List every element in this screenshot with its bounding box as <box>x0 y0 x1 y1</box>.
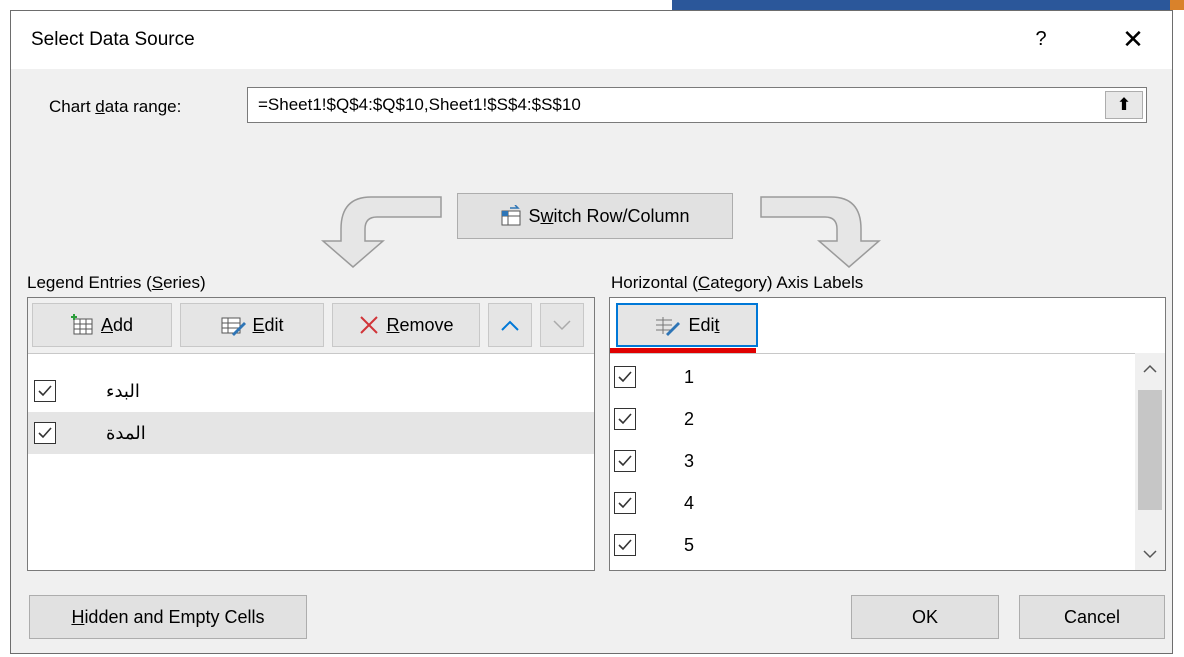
legend-entries-panel: Add Edit Remove البدء المدة <box>27 297 595 571</box>
axis-list-scrollbar[interactable] <box>1135 353 1165 570</box>
remove-x-icon <box>360 316 379 334</box>
ribbon-strip <box>672 0 1170 10</box>
add-table-icon <box>70 314 93 335</box>
list-item[interactable]: 2 <box>610 398 1165 440</box>
move-down-button[interactable] <box>540 303 584 347</box>
category-checkbox[interactable] <box>614 534 636 556</box>
list-item[interactable]: 3 <box>610 440 1165 482</box>
series-checkbox[interactable] <box>34 380 56 402</box>
title-bar: Select Data Source ? ✕ <box>11 11 1172 69</box>
chevron-down-icon <box>553 320 571 331</box>
remove-series-label: Remove <box>386 314 454 335</box>
checkmark-icon <box>618 413 632 425</box>
axis-labels-heading: Horizontal (Category) Axis Labels <box>611 273 864 292</box>
series-name: البدء <box>106 380 140 401</box>
ok-label: OK <box>911 606 938 627</box>
category-checkbox[interactable] <box>614 450 636 472</box>
category-label: 5 <box>684 534 695 555</box>
edit-axis-icon <box>656 317 681 336</box>
remove-series-button[interactable]: Remove <box>332 303 480 347</box>
close-button[interactable]: ✕ <box>1111 19 1155 59</box>
category-checkbox[interactable] <box>614 366 636 388</box>
checkmark-icon <box>618 539 632 551</box>
ribbon-accent <box>1170 0 1184 10</box>
add-series-button[interactable]: Add <box>32 303 172 347</box>
dialog-title: Select Data Source <box>31 29 195 50</box>
add-series-label: Add <box>100 314 134 335</box>
category-checkbox[interactable] <box>614 408 636 430</box>
list-item[interactable]: البدء <box>28 370 594 412</box>
select-data-source-dialog: Select Data Source ? ✕ Chart data range:… <box>10 10 1173 654</box>
right-curved-arrow-icon <box>760 196 882 268</box>
list-item[interactable]: 1 <box>610 356 1165 398</box>
switch-row-column-icon <box>501 205 521 226</box>
collapse-dialog-button[interactable]: ⬆ <box>1105 91 1143 119</box>
hidden-empty-cells-label: Hidden and Empty Cells <box>71 606 265 627</box>
category-label: 1 <box>684 366 695 387</box>
edit-series-button[interactable]: Edit <box>180 303 324 347</box>
chevron-up-icon <box>501 320 519 331</box>
checkmark-icon <box>38 385 52 397</box>
switch-row-column-label: Switch Row/Column <box>528 205 690 226</box>
list-item[interactable]: 4 <box>610 482 1165 524</box>
category-label: 4 <box>684 492 695 513</box>
ok-button[interactable]: OK <box>851 595 999 639</box>
series-name: المدة <box>106 422 146 443</box>
edit-table-icon <box>221 317 247 336</box>
switch-row-column-button[interactable]: Switch Row/Column <box>457 193 733 239</box>
cancel-label: Cancel <box>1063 606 1121 627</box>
list-item[interactable]: 5 <box>610 524 1165 566</box>
help-button[interactable]: ? <box>1021 19 1061 59</box>
edit-axis-labels-button[interactable]: Edit <box>616 303 758 347</box>
left-curved-arrow-icon <box>320 196 442 268</box>
highlight-underline <box>610 348 756 353</box>
category-label: 3 <box>684 450 695 471</box>
edit-axis-labels-label: Edit <box>688 314 720 335</box>
series-checkbox[interactable] <box>34 422 56 444</box>
scroll-down-icon[interactable] <box>1135 540 1165 568</box>
scroll-thumb[interactable] <box>1138 390 1162 510</box>
category-label: 2 <box>684 408 695 429</box>
list-item[interactable]: المدة <box>28 412 594 454</box>
chart-data-range-label: Chart data range: <box>49 97 182 116</box>
checkmark-icon <box>618 371 632 383</box>
legend-entries-heading: Legend Entries (Series) <box>27 273 206 292</box>
cancel-button[interactable]: Cancel <box>1019 595 1165 639</box>
move-up-button[interactable] <box>488 303 532 347</box>
axis-labels-panel: Edit 1 2 3 4 5 <box>609 297 1166 571</box>
scroll-up-icon[interactable] <box>1135 355 1165 383</box>
checkmark-icon <box>38 427 52 439</box>
category-checkbox[interactable] <box>614 492 636 514</box>
checkmark-icon <box>618 455 632 467</box>
edit-series-label: Edit <box>252 314 284 335</box>
chart-data-range-input[interactable]: =Sheet1!$Q$4:$Q$10,Sheet1!$S$4:$S$10 <box>247 87 1147 123</box>
hidden-empty-cells-button[interactable]: Hidden and Empty Cells <box>29 595 307 639</box>
checkmark-icon <box>618 497 632 509</box>
